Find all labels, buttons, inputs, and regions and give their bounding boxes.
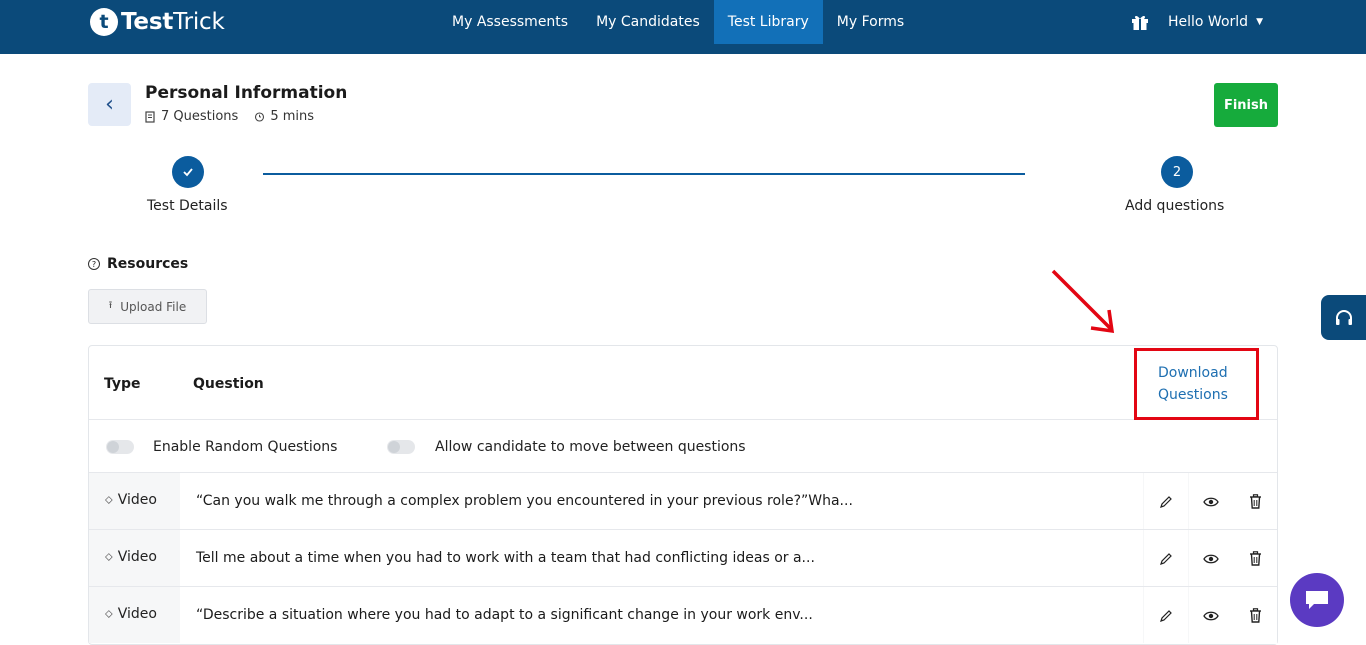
chat-widget-button[interactable]: [1290, 573, 1344, 627]
question-type: ⬦ Video: [105, 492, 157, 508]
support-headset-button[interactable]: [1321, 295, 1366, 340]
question-type: ⬦ Video: [105, 549, 157, 565]
question-cell: Tell me about a time when you had to wor…: [180, 530, 1143, 587]
question-cell: “Can you walk me through a complex probl…: [180, 473, 1143, 530]
table-row[interactable]: ⬦ Video “Describe a situation where you h…: [89, 586, 1277, 644]
step-1-label: Test Details: [147, 198, 228, 214]
trash-icon: [1249, 551, 1261, 566]
edit-button[interactable]: [1144, 587, 1188, 644]
random-questions-toggle[interactable]: [106, 440, 134, 454]
back-button[interactable]: ‹: [88, 83, 131, 126]
trash-icon: [1249, 608, 1261, 623]
stepper-progress-line: [263, 173, 1025, 175]
tag-icon: ⬦: [105, 493, 113, 506]
question-type: ⬦ Video: [105, 606, 157, 622]
upload-icon: ⭱: [108, 300, 113, 311]
eye-icon: [1203, 497, 1219, 506]
user-menu[interactable]: Hello World ▼: [1130, 12, 1263, 32]
upload-file-button[interactable]: ⭱ Upload File: [88, 289, 207, 324]
test-meta: 7 Questions 5 mins: [145, 109, 314, 124]
question-cell: “Describe a situation where you had to a…: [180, 587, 1143, 644]
edit-button[interactable]: [1144, 530, 1188, 587]
page-title: Personal Information: [145, 83, 348, 103]
move-between-questions-toggle[interactable]: [387, 440, 415, 454]
questions-table: Type Question Download Questions Enable …: [88, 345, 1278, 645]
divider: [89, 419, 1277, 420]
testtrick-logo[interactable]: t TestTrick: [90, 8, 225, 36]
move-between-questions-label: Allow candidate to move between question…: [435, 439, 746, 455]
alarm-clock-icon: [255, 112, 265, 122]
table-row[interactable]: ⬦ Video Tell me about a time when you had…: [89, 529, 1277, 587]
annotation-highlight-box: [1134, 348, 1259, 420]
logo-mark: t: [90, 8, 118, 36]
checkmark-icon: [183, 168, 193, 177]
preview-button[interactable]: [1189, 473, 1233, 530]
finish-button[interactable]: Finish: [1214, 83, 1278, 127]
eye-icon: [1203, 554, 1219, 563]
chevron-down-icon[interactable]: ▼: [1256, 17, 1263, 27]
delete-button[interactable]: [1233, 473, 1277, 530]
table-row[interactable]: ⬦ Video “Can you walk me through a comple…: [89, 472, 1277, 530]
headset-icon: [1335, 309, 1352, 325]
nav-my-candidates[interactable]: My Candidates: [582, 0, 714, 44]
delete-button[interactable]: [1233, 530, 1277, 587]
duration: 5 mins: [270, 109, 315, 124]
preview-button[interactable]: [1189, 530, 1233, 587]
step-2-indicator[interactable]: 2: [1161, 156, 1193, 188]
top-navbar: t TestTrick My Assessments My Candidates…: [0, 0, 1366, 54]
column-header-type: Type: [104, 376, 141, 392]
logo-text: TestTrick: [121, 9, 225, 35]
resources-heading: ? Resources: [88, 256, 188, 272]
edit-button[interactable]: [1144, 473, 1188, 530]
delete-button[interactable]: [1233, 587, 1277, 644]
trash-icon: [1249, 494, 1261, 509]
nav-my-assessments[interactable]: My Assessments: [438, 0, 582, 44]
main-nav: My Assessments My Candidates Test Librar…: [438, 0, 918, 44]
pencil-icon: [1160, 495, 1172, 508]
step-2-label: Add questions: [1125, 198, 1225, 214]
tag-icon: ⬦: [105, 550, 113, 563]
preview-button[interactable]: [1189, 587, 1233, 644]
nav-test-library[interactable]: Test Library: [713, 0, 823, 44]
random-questions-label: Enable Random Questions: [153, 439, 338, 455]
pencil-icon: [1160, 552, 1172, 565]
step-1-complete-indicator[interactable]: [172, 156, 204, 188]
gift-icon[interactable]: [1130, 12, 1150, 32]
question-text[interactable]: “Can you walk me through a complex probl…: [196, 493, 853, 509]
pencil-icon: [1160, 609, 1172, 622]
eye-icon: [1203, 611, 1219, 620]
upload-file-label: Upload File: [120, 299, 187, 314]
question-text[interactable]: Tell me about a time when you had to wor…: [196, 550, 815, 566]
resources-title: Resources: [107, 256, 189, 272]
document-icon: [145, 110, 155, 123]
annotation-arrow-icon: [1051, 269, 1115, 334]
nav-my-forms[interactable]: My Forms: [823, 0, 918, 44]
question-count: 7 Questions: [161, 109, 239, 124]
chat-bubble-icon: [1306, 591, 1328, 609]
user-name[interactable]: Hello World: [1168, 14, 1248, 30]
question-text[interactable]: “Describe a situation where you had to a…: [196, 607, 813, 623]
tag-icon: ⬦: [105, 607, 113, 620]
column-header-question: Question: [193, 376, 264, 392]
chevron-left-icon: ‹: [105, 91, 114, 117]
help-circle-icon: ?: [88, 258, 100, 270]
